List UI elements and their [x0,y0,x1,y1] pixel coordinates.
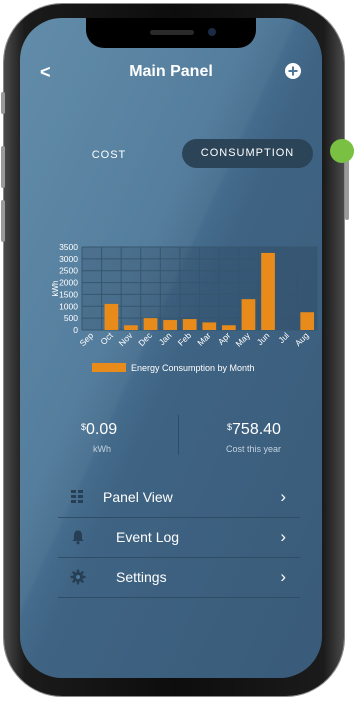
cost-amount: 758.40 [232,421,281,438]
chevron-right-icon: › [280,527,286,546]
x-tick-label: Oct [98,330,115,347]
x-tick-label: Aug [293,330,311,348]
bar [261,252,275,330]
legend-swatch [92,363,126,372]
bar [143,318,158,330]
menu-item-event-log[interactable]: Event Log › [58,517,300,558]
speaker-icon [150,30,194,35]
plus-circle-icon[interactable] [284,62,302,80]
bell-icon [72,530,84,545]
consumption-bar-chart: 0 500 1000 15002000 2500 3000 3500 Sep Oct Nov Dec… [51,242,318,373]
silent-switch [1,92,5,114]
menu-item-settings[interactable]: Settings › [58,557,300,598]
menu-label-panel-view: Panel View [103,489,173,505]
volume-down-button [1,200,5,242]
menu-item-panel-view[interactable]: Panel View › [58,477,300,518]
y-tick-label: 1000 [59,301,78,311]
cost-currency: $ [227,422,233,432]
x-tick-label: Jul [276,330,291,345]
x-tick-label: Mar [195,330,213,348]
chevron-right-icon: › [280,487,286,506]
tab-consumption[interactable]: CONSUMPTION [182,139,313,168]
x-tick-label: Jun [255,330,272,347]
y-tick-label: 0 [73,325,78,335]
bar [202,322,217,330]
x-tick-label: Apr [216,330,233,347]
page-title: Main Panel [129,63,213,80]
x-tick-label: Sep [77,330,95,348]
x-tick-label: Dec [136,330,154,348]
y-axis-label: kWh [51,281,60,297]
gear-icon [70,569,86,585]
cost-value: $758.40 [227,421,281,439]
cost-label: Cost this year [226,444,282,454]
legend-label: Energy Consumption by Month [131,363,255,373]
screen: < Main Panel COST CONSUMPTION 0 500 1000 15… [20,18,322,678]
bar [163,320,177,330]
y-tick-label: 3500 [59,242,78,252]
y-tick-label: 2000 [59,278,78,288]
volume-up-button [1,146,5,188]
x-tick-label: Nov [117,330,135,348]
y-tick-label: 2500 [59,266,78,276]
green-hotspot-line [348,149,354,152]
x-tick-label: Feb [176,330,194,348]
power-button [345,160,349,220]
bar [222,325,236,330]
menu-label-settings: Settings [116,569,167,585]
rate-value: $0.09 [81,421,117,439]
chevron-right-icon: › [280,567,286,586]
rate-currency: $ [81,422,87,432]
y-tick-label: 3000 [59,254,78,264]
rate-label: kWh [93,444,111,454]
grid-icon [71,490,83,503]
bar [104,303,119,330]
notch [86,18,256,48]
camera-icon [208,28,216,36]
tab-cost[interactable]: COST [74,142,144,168]
bar [241,299,256,330]
x-tick-label: May [233,330,252,349]
x-tick-label: Jan [157,330,174,347]
bar [300,312,315,330]
bar [182,319,197,330]
menu-label-event-log: Event Log [116,529,180,545]
bar [124,325,138,330]
y-tick-label: 500 [64,313,78,323]
y-tick-label: 1500 [59,289,78,299]
rate-amount: 0.09 [86,421,118,438]
stats-divider [178,415,179,455]
